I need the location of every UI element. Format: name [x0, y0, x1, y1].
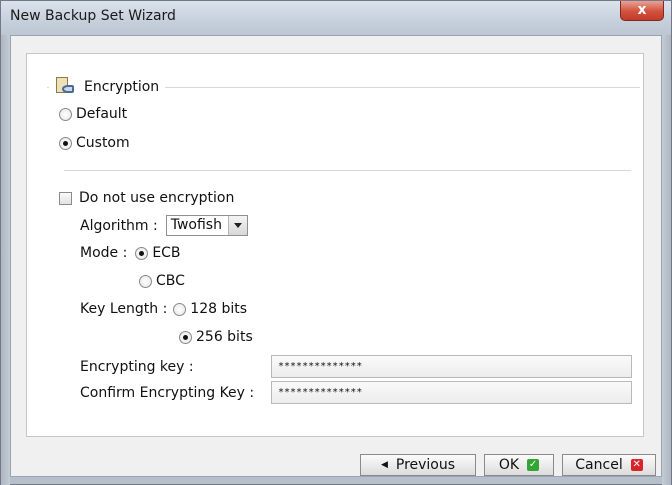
cbc-radio-icon[interactable] [139, 274, 152, 288]
mode-row: Mode : ECB [80, 245, 181, 261]
section-divider [64, 170, 631, 171]
arrow-left-icon: ◀ [380, 460, 388, 470]
document-key-icon [55, 77, 75, 96]
radio-mode-cbc[interactable]: CBC [139, 273, 185, 289]
no-encryption-checkbox[interactable]: Do not use encryption [59, 190, 234, 206]
radio-key-256[interactable]: 256 bits [179, 329, 253, 345]
chevron-down-icon[interactable] [227, 216, 247, 235]
close-icon: x [637, 2, 647, 18]
ok-button-label: OK [498, 457, 520, 473]
window-frame-right [662, 35, 671, 485]
window-frame-left [1, 35, 10, 485]
previous-button-label: Previous [395, 457, 456, 473]
wizard-window: New Backup Set Wizard x Encryption Defau… [0, 0, 672, 485]
title-bar[interactable]: New Backup Set Wizard x [1, 1, 671, 35]
algorithm-value: Twofish [170, 217, 222, 233]
ecb-label: ECB [152, 245, 181, 261]
confirm-key-label: Confirm Encrypting Key : [80, 385, 255, 401]
encryption-legend: Encryption [49, 77, 166, 96]
cancel-button[interactable]: Cancel ✕ [562, 454, 656, 476]
key-128-radio-icon[interactable] [173, 302, 187, 316]
previous-button[interactable]: ◀ Previous [360, 454, 476, 476]
key-256-radio-icon[interactable] [179, 330, 192, 344]
close-button[interactable]: x [620, 1, 664, 21]
key-256-label: 256 bits [196, 329, 253, 345]
radio-custom[interactable]: Custom [59, 135, 130, 151]
custom-radio-icon[interactable] [59, 136, 72, 150]
key-128-label: 128 bits [190, 301, 248, 317]
key-length-row: Key Length : 128 bits [80, 301, 247, 317]
default-radio-icon[interactable] [59, 107, 72, 121]
cbc-label: CBC [156, 273, 185, 289]
algorithm-select[interactable]: Twofish [165, 215, 248, 236]
no-encryption-label: Do not use encryption [79, 190, 235, 206]
custom-radio-label: Custom [76, 135, 130, 151]
checkbox-icon[interactable] [59, 191, 72, 205]
mode-label: Mode : [80, 245, 128, 261]
confirm-key-field[interactable]: ************** [271, 381, 632, 404]
encrypting-key-label: Encrypting key : [80, 359, 194, 375]
radio-default[interactable]: Default [59, 106, 127, 122]
check-icon: ✓ [527, 459, 540, 471]
encryption-panel: Encryption Default Custom Do not use enc… [26, 53, 644, 437]
cross-icon: ✕ [630, 459, 643, 471]
algorithm-label: Algorithm : [80, 217, 158, 234]
dialog-body: Encryption Default Custom Do not use enc… [10, 35, 662, 477]
key-length-label: Key Length : [80, 301, 168, 317]
cancel-button-label: Cancel [575, 457, 623, 473]
algorithm-row: Algorithm : Twofish [80, 215, 248, 236]
ecb-radio-icon[interactable] [135, 246, 149, 260]
default-radio-label: Default [76, 106, 128, 122]
encryption-legend-label: Encryption [84, 78, 160, 95]
ok-button[interactable]: OK ✓ [484, 454, 554, 476]
radio-key-128[interactable]: 128 bits [173, 301, 247, 317]
encrypting-key-field[interactable]: ************** [271, 355, 632, 378]
window-title: New Backup Set Wizard [10, 8, 176, 24]
radio-mode-ecb[interactable]: ECB [135, 245, 181, 261]
